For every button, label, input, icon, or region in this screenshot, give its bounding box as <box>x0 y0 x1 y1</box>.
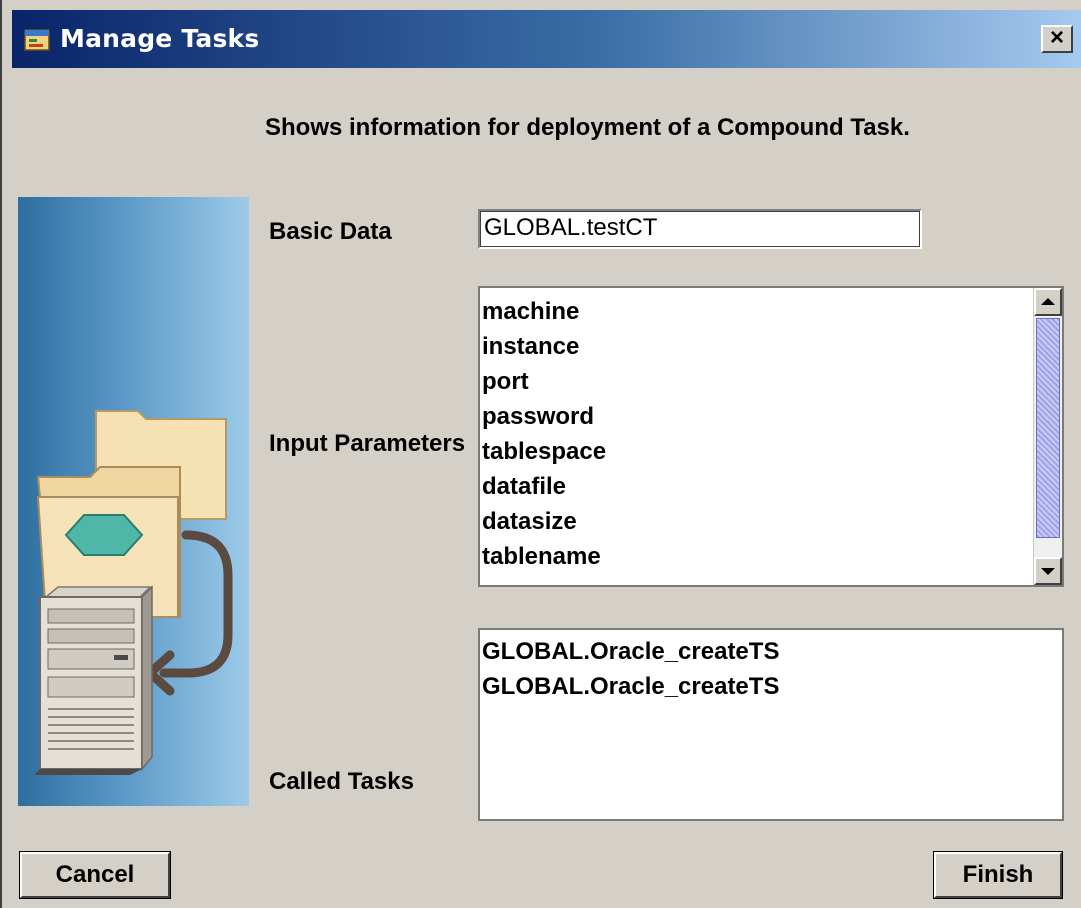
input-parameters-items: machine instance port password tablespac… <box>480 288 1032 585</box>
list-item[interactable]: tablespace <box>480 434 1032 469</box>
input-parameters-list[interactable]: machine instance port password tablespac… <box>478 286 1064 587</box>
scroll-down-button[interactable] <box>1034 557 1062 585</box>
arrow-up-icon <box>1041 298 1055 305</box>
called-tasks-label: Called Tasks <box>269 768 414 795</box>
window-app-icon <box>24 27 50 53</box>
title-bar[interactable]: Manage Tasks × <box>12 10 1081 68</box>
scroll-up-button[interactable] <box>1034 288 1062 316</box>
scroll-thumb[interactable] <box>1036 318 1060 538</box>
finish-button[interactable]: Finish <box>933 851 1063 899</box>
input-parameters-label: Input Parameters <box>269 430 466 457</box>
window-title: Manage Tasks <box>60 24 260 53</box>
called-tasks-items: GLOBAL.Oracle_createTS GLOBAL.Oracle_cre… <box>480 630 1062 819</box>
basic-data-field[interactable]: GLOBAL.testCT <box>478 209 922 249</box>
folders-to-server-illustration <box>18 197 249 806</box>
list-item[interactable]: tablename <box>480 539 1032 574</box>
list-item[interactable]: instance <box>480 329 1032 364</box>
manage-tasks-dialog: Manage Tasks × Shows information for dep… <box>0 0 1081 908</box>
called-tasks-list[interactable]: GLOBAL.Oracle_createTS GLOBAL.Oracle_cre… <box>478 628 1064 821</box>
list-item[interactable]: datafile <box>480 469 1032 504</box>
input-parameters-scrollbar[interactable] <box>1033 288 1062 585</box>
basic-data-label: Basic Data <box>269 218 392 245</box>
list-item[interactable]: port <box>480 364 1032 399</box>
cancel-button[interactable]: Cancel <box>19 851 171 899</box>
close-button[interactable]: × <box>1041 25 1073 53</box>
list-item[interactable]: GLOBAL.Oracle_createTS <box>480 669 1062 704</box>
close-icon: × <box>1049 24 1064 51</box>
list-item[interactable]: password <box>480 399 1032 434</box>
list-item[interactable]: GLOBAL.Oracle_createTS <box>480 634 1062 669</box>
arrow-down-icon <box>1041 568 1055 575</box>
list-item[interactable]: datasize <box>480 504 1032 539</box>
list-item[interactable]: machine <box>480 294 1032 329</box>
dialog-description: Shows information for deployment of a Co… <box>265 114 910 141</box>
